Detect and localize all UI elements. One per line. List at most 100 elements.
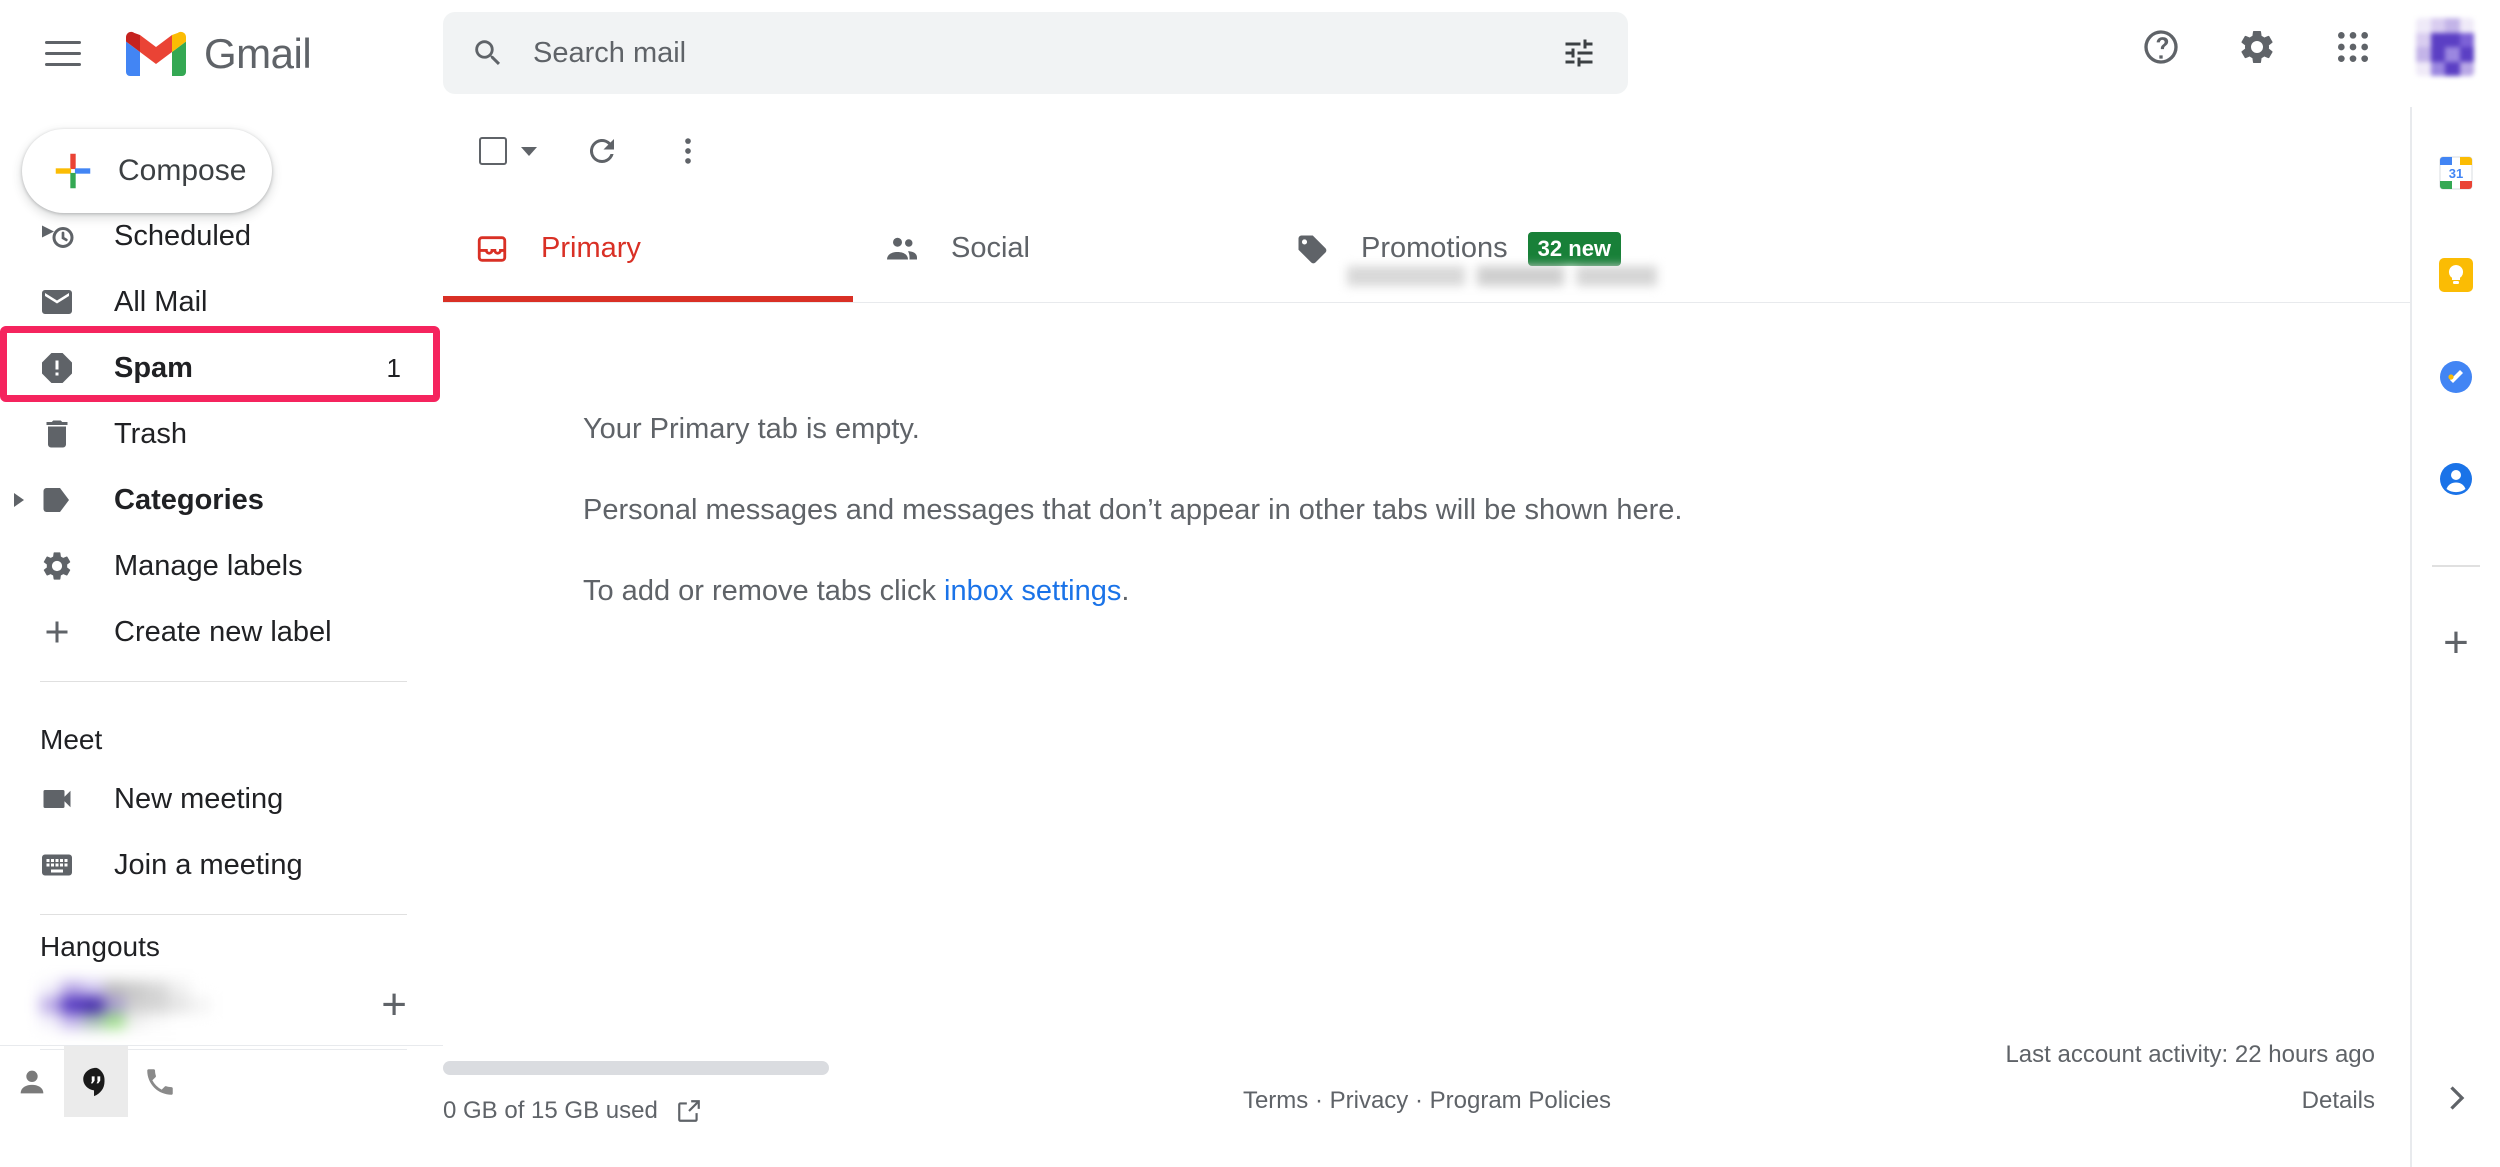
top-bar: Gmail: [0, 0, 2500, 107]
gear-icon: [36, 545, 78, 587]
sidebar-item-label: Manage labels: [114, 549, 303, 582]
empty-state-suffix: .: [1121, 575, 1130, 607]
refresh-icon: [589, 138, 614, 163]
sidebar-item-label: All Mail: [114, 285, 208, 318]
footer-sep-2: ·: [1408, 1087, 1430, 1114]
sidebar-item-categories[interactable]: Categories: [0, 467, 443, 533]
search-options-icon[interactable]: [1544, 18, 1614, 88]
account-details-link[interactable]: Details: [2005, 1087, 2375, 1115]
tab-primary[interactable]: Primary: [443, 195, 853, 302]
sidebar-item-manage-labels[interactable]: Manage labels: [0, 533, 443, 599]
compose-button[interactable]: Compose: [22, 129, 272, 213]
hangouts-icon: [83, 1067, 105, 1096]
account-activity: Last account activity: 22 hours ago Deta…: [2005, 1041, 2375, 1115]
sidebar-item-new-meeting[interactable]: New meeting: [0, 766, 443, 832]
last-account-activity-text: Last account activity: 22 hours ago: [2005, 1041, 2375, 1068]
add-app-icon[interactable]: +: [2443, 621, 2469, 665]
phone-tab-button[interactable]: [128, 1046, 192, 1118]
sidebar-item-label: Trash: [114, 417, 188, 450]
sidebar-item-scheduled[interactable]: Scheduled: [0, 223, 443, 269]
compose-plus-icon: [55, 153, 91, 189]
tab-social[interactable]: Social: [853, 195, 1263, 302]
chevron-right-icon: [2450, 1086, 2465, 1110]
label-icon: [36, 479, 78, 521]
sidebar-item-trash[interactable]: Trash: [0, 401, 443, 467]
help-icon[interactable]: [2128, 14, 2194, 80]
select-all-checkbox[interactable]: [469, 127, 547, 175]
top-right-actions: [2128, 14, 2474, 80]
google-contacts-icon[interactable]: [2432, 455, 2480, 503]
search-icon: [475, 40, 501, 66]
program-policies-link[interactable]: Program Policies: [1430, 1087, 1611, 1114]
google-calendar-icon[interactable]: 31: [2432, 149, 2480, 197]
footer: 0 GB of 15 GB used Terms · Privacy · Pro…: [443, 1037, 2411, 1167]
google-keep-icon[interactable]: [2432, 251, 2480, 299]
main-content: Primary Social Promotions 32 new Your Pr…: [443, 107, 2411, 1167]
sidebar-item-label: Join a meeting: [114, 848, 303, 881]
promotions-new-badge: 32 new: [1527, 231, 1622, 266]
contacts-tab-button[interactable]: [0, 1046, 64, 1118]
sidebar-item-create-new-label[interactable]: Create new label: [0, 599, 443, 665]
tab-promotions[interactable]: Promotions 32 new: [1263, 195, 1673, 302]
empty-state-prefix: To add or remove tabs click: [583, 575, 945, 607]
tab-label: Social: [951, 232, 1030, 264]
terms-link[interactable]: Terms: [1243, 1087, 1308, 1114]
inbox-settings-link[interactable]: inbox settings: [944, 575, 1121, 607]
gmail-logo[interactable]: Gmail: [126, 29, 312, 78]
footer-sep-1: ·: [1308, 1087, 1330, 1114]
avatar[interactable]: [2416, 18, 2474, 76]
sidebar-item-label: Categories: [114, 483, 264, 516]
empty-state-settings-line: To add or remove tabs click inbox settin…: [583, 575, 2411, 608]
people-icon: [881, 228, 923, 270]
empty-state-description: Personal messages and messages that don’…: [583, 494, 1683, 526]
person-icon: [20, 1070, 44, 1093]
refresh-button[interactable]: [571, 120, 633, 182]
mail-toolbar: [443, 107, 2411, 195]
expand-panel-icon[interactable]: [2438, 1080, 2474, 1121]
google-tasks-icon[interactable]: [2432, 353, 2480, 401]
gmail-window: Gmail Search mail Compose Scheduled All …: [0, 0, 2500, 1167]
sidebar-item-count: 1: [386, 352, 401, 383]
gmail-mark-icon: [126, 31, 186, 76]
active-tab-underline: [443, 296, 853, 302]
more-vertical-icon: [685, 138, 691, 164]
settings-icon[interactable]: [2224, 14, 2290, 80]
inbox-icon: [471, 228, 513, 270]
storage-progress-bar: [443, 1061, 829, 1075]
scheduled-icon: [36, 223, 78, 257]
apps-grid-icon: [2338, 32, 2368, 62]
rail-divider: [2432, 565, 2480, 567]
hangouts-add-icon[interactable]: +: [381, 983, 407, 1027]
keyboard-icon: [36, 844, 78, 886]
sidebar-item-scheduled-clipped: Scheduled: [0, 223, 443, 269]
chevron-right-icon: [14, 493, 24, 507]
sidebar-item-label: Spam: [114, 351, 193, 384]
side-panel: 31 +: [2411, 107, 2500, 1167]
trash-icon: [36, 413, 78, 455]
sidebar-nav-list: Scheduled All Mail Spam 1 Trash Categori…: [0, 223, 443, 665]
sidebar-divider: [40, 681, 407, 682]
sidebar-item-join-a-meeting[interactable]: Join a meeting: [0, 832, 443, 898]
sidebar-item-all-mail[interactable]: All Mail: [0, 269, 443, 335]
main-menu-icon[interactable]: [24, 15, 102, 93]
more-options-button[interactable]: [657, 120, 719, 182]
empty-state: Your Primary tab is empty. Personal mess…: [443, 303, 2411, 608]
promotions-sender-preview-blurred: [1347, 266, 1657, 286]
sidebar-item-spam[interactable]: Spam 1: [0, 335, 443, 401]
tune-icon: [1565, 39, 1593, 67]
gear-icon: [2241, 31, 2273, 63]
google-apps-icon[interactable]: [2320, 14, 2386, 80]
tag-icon: [1291, 228, 1333, 270]
hangouts-tab-button[interactable]: [64, 1045, 128, 1117]
search-bar[interactable]: [443, 12, 1628, 94]
spam-icon: [36, 347, 78, 389]
privacy-link[interactable]: Privacy: [1330, 1087, 1409, 1114]
hangouts-account-row[interactable]: +: [40, 967, 407, 1043]
inbox-tabs: Primary Social Promotions 32 new: [443, 195, 2411, 303]
compose-label: Compose: [118, 154, 247, 187]
hangouts-title: Hangouts: [40, 931, 160, 962]
plus-icon: [36, 611, 78, 653]
search-input[interactable]: [533, 36, 1544, 70]
sidebar-bottom-bar: [0, 1045, 443, 1117]
gmail-wordmark: Gmail: [204, 29, 312, 77]
